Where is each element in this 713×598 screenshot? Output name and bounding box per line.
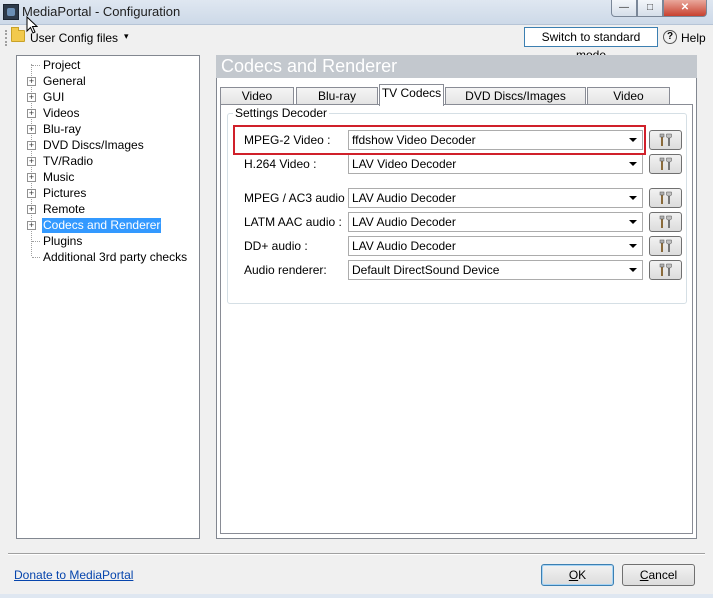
window-controls: — □ ✕	[611, 0, 707, 17]
window-bottom-edge	[0, 594, 713, 598]
configure-decoder-button[interactable]	[649, 188, 682, 208]
app-icon	[3, 4, 19, 20]
decoder-select[interactable]: LAV Video Decoder	[348, 154, 643, 174]
configure-decoder-button[interactable]	[649, 236, 682, 256]
decoder-select[interactable]: LAV Audio Decoder	[348, 188, 643, 208]
dropdown-arrow-icon[interactable]	[629, 196, 637, 200]
tree-item-label[interactable]: Additional 3rd party checks	[42, 250, 188, 265]
decoder-label: DD+ audio :	[244, 239, 308, 253]
decoder-select-value: Default DirectSound Device	[352, 263, 500, 277]
cancel-button[interactable]: Cancel	[622, 564, 695, 586]
footer-divider	[8, 553, 705, 555]
tools-icon	[659, 191, 672, 204]
dropdown-arrow-icon[interactable]	[629, 268, 637, 272]
decoder-select-value: LAV Audio Decoder	[352, 215, 456, 229]
decoder-select[interactable]: LAV Audio Decoder	[348, 212, 643, 232]
expand-icon[interactable]: +	[27, 157, 36, 166]
tools-icon	[659, 239, 672, 252]
configure-decoder-button[interactable]	[649, 154, 682, 174]
expand-icon[interactable]: +	[27, 93, 36, 102]
decoder-label: LATM AAC audio :	[244, 215, 342, 229]
configure-decoder-button[interactable]	[649, 130, 682, 150]
tree-connector	[32, 257, 40, 258]
dropdown-arrow-icon[interactable]	[629, 244, 637, 248]
ok-button[interactable]: OK	[541, 564, 614, 586]
donate-link[interactable]: Donate to MediaPortal	[14, 568, 133, 582]
expand-icon[interactable]: +	[27, 77, 36, 86]
expand-icon[interactable]: +	[27, 125, 36, 134]
tree-connector	[32, 241, 40, 242]
user-config-files-menu[interactable]: User Config files	[30, 31, 118, 45]
tab-video-codecs[interactable]: Video Codecs	[220, 87, 294, 119]
help-icon[interactable]: ?	[663, 30, 677, 44]
tree-item-label[interactable]: Music	[42, 170, 75, 185]
dropdown-arrow-icon[interactable]	[629, 162, 637, 166]
page-title: Codecs and Renderer	[216, 55, 697, 78]
group-title: Settings Decoder	[233, 106, 330, 120]
tree-item-label[interactable]: GUI	[42, 90, 65, 105]
switch-to-standard-mode-button[interactable]: Switch to standard mode	[524, 27, 658, 62]
tab-video-renderer[interactable]: Video Renderer	[587, 87, 670, 119]
configure-decoder-button[interactable]	[649, 260, 682, 280]
configure-decoder-button[interactable]	[649, 212, 682, 232]
tools-icon	[659, 215, 672, 228]
tools-icon	[659, 263, 672, 276]
tools-icon	[659, 157, 672, 170]
expand-icon[interactable]: +	[27, 141, 36, 150]
tree-item-label[interactable]: TV/Radio	[42, 154, 94, 169]
decoder-select[interactable]: LAV Audio Decoder	[348, 236, 643, 256]
expand-icon[interactable]: +	[27, 205, 36, 214]
tree-connector	[32, 65, 40, 66]
minimize-button[interactable]: —	[611, 0, 637, 17]
decoder-select[interactable]: Default DirectSound Device	[348, 260, 643, 280]
expand-icon[interactable]: +	[27, 189, 36, 198]
expand-icon[interactable]: +	[27, 221, 36, 230]
decoder-select-value: LAV Audio Decoder	[352, 191, 456, 205]
window-title: MediaPortal - Configuration	[22, 4, 181, 19]
tools-icon	[659, 133, 672, 146]
decoder-label: Audio renderer:	[244, 263, 327, 277]
mouse-cursor-icon	[26, 16, 38, 34]
tree-item-label[interactable]: General	[42, 74, 87, 89]
decoder-select-value: LAV Audio Decoder	[352, 239, 456, 253]
tree-item-label[interactable]: Videos	[42, 106, 80, 121]
tab-dvd-discs-images-codecs[interactable]: DVD Discs/Images Codecs	[445, 87, 586, 119]
settings-tree[interactable]: Project + General + GUI + Videos + Blu-ray + DVD D…	[16, 55, 200, 539]
tree-item-label[interactable]: Pictures	[42, 186, 87, 201]
close-button[interactable]: ✕	[663, 0, 707, 17]
dropdown-arrow-icon[interactable]	[629, 220, 637, 224]
tree-item-label[interactable]: DVD Discs/Images	[42, 138, 145, 153]
tree-item-label[interactable]: Remote	[42, 202, 86, 217]
highlight-box	[233, 125, 646, 155]
tree-item-label[interactable]: Plugins	[42, 234, 83, 249]
maximize-button[interactable]: □	[637, 0, 663, 17]
toolbar-grip	[5, 30, 9, 46]
decoder-select-value: LAV Video Decoder	[352, 157, 457, 171]
expand-icon[interactable]: +	[27, 173, 36, 182]
folder-icon[interactable]	[11, 27, 25, 42]
tree-item-label[interactable]: Project	[42, 58, 81, 73]
decoder-label: MPEG / AC3 audio :	[244, 191, 352, 205]
chevron-down-icon[interactable]: ▾	[124, 31, 129, 42]
tab-blu-ray-codecs[interactable]: Blu-ray Codecs	[296, 87, 378, 119]
expand-icon[interactable]: +	[27, 109, 36, 118]
title-bar: MediaPortal - Configuration — □ ✕	[0, 0, 713, 25]
tab-tv-codecs[interactable]: TV Codecs	[379, 84, 444, 106]
tree-item-label[interactable]: Codecs and Renderer	[42, 218, 162, 233]
decoder-label: H.264 Video :	[244, 157, 317, 171]
help-button[interactable]: Help	[681, 31, 706, 45]
tree-item-label[interactable]: Blu-ray	[42, 122, 82, 137]
